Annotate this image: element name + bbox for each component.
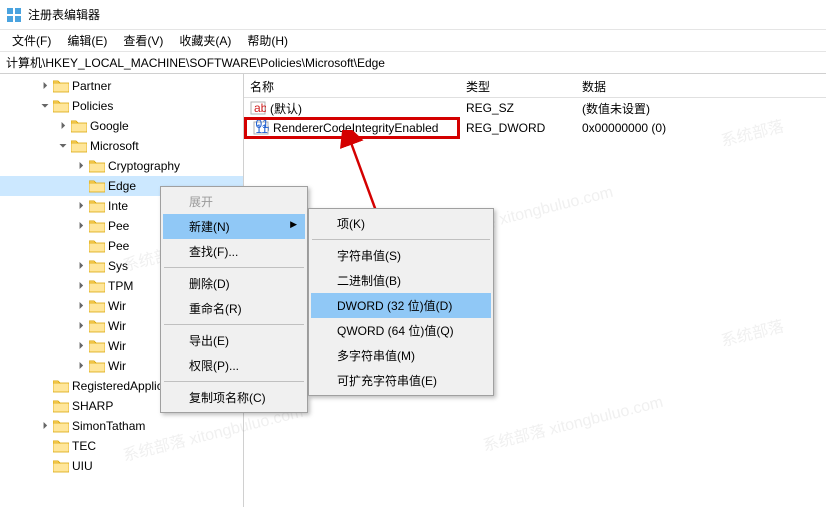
ctx-new-multi[interactable]: 多字符串值(M) bbox=[311, 343, 491, 368]
ctx-find[interactable]: 查找(F)... bbox=[163, 239, 305, 264]
folder-icon bbox=[71, 139, 87, 153]
context-menu: 展开 新建(N) 查找(F)... 删除(D) 重命名(R) 导出(E) 权限(… bbox=[160, 186, 308, 413]
value-name: RendererCodeIntegrityEnabled bbox=[273, 121, 438, 135]
separator bbox=[312, 239, 490, 240]
folder-icon bbox=[71, 119, 87, 133]
folder-icon bbox=[89, 359, 105, 373]
folder-icon bbox=[89, 299, 105, 313]
dword-value-icon bbox=[253, 120, 269, 136]
ctx-export[interactable]: 导出(E) bbox=[163, 328, 305, 353]
folder-icon bbox=[89, 219, 105, 233]
value-name: (默认) bbox=[270, 100, 302, 117]
folder-icon bbox=[89, 319, 105, 333]
folder-icon bbox=[89, 199, 105, 213]
column-headers: 名称 类型 数据 bbox=[244, 74, 826, 98]
ctx-new-qword[interactable]: QWORD (64 位)值(Q) bbox=[311, 318, 491, 343]
value-data: (数值未设置) bbox=[576, 99, 826, 118]
col-type[interactable]: 类型 bbox=[460, 74, 576, 97]
tree-item-microsoft[interactable]: ⏷ Microsoft bbox=[0, 136, 243, 156]
value-type: REG_SZ bbox=[460, 100, 576, 116]
folder-icon bbox=[89, 179, 105, 193]
collapse-icon[interactable]: ⏷ bbox=[38, 99, 52, 113]
expand-icon[interactable]: ⏵ bbox=[74, 219, 88, 233]
expand-icon[interactable]: ⏵ bbox=[74, 299, 88, 313]
ctx-new[interactable]: 新建(N) bbox=[163, 214, 305, 239]
string-value-icon bbox=[250, 100, 266, 116]
folder-icon bbox=[89, 259, 105, 273]
ctx-new-binary[interactable]: 二进制值(B) bbox=[311, 268, 491, 293]
tree-item-google[interactable]: ⏵ Google bbox=[0, 116, 243, 136]
folder-icon bbox=[53, 439, 69, 453]
ctx-new-string[interactable]: 字符串值(S) bbox=[311, 243, 491, 268]
tree-item-uiu[interactable]: ⏵ UIU bbox=[0, 456, 243, 476]
value-row[interactable]: (默认) REG_SZ (数值未设置) bbox=[244, 98, 826, 118]
value-row[interactable]: RendererCodeIntegrityEnabled REG_DWORD 0… bbox=[244, 118, 826, 138]
collapse-icon[interactable]: ⏷ bbox=[56, 139, 70, 153]
menu-help[interactable]: 帮助(H) bbox=[239, 30, 296, 51]
ctx-copy-name[interactable]: 复制项名称(C) bbox=[163, 385, 305, 410]
folder-icon bbox=[53, 79, 69, 93]
folder-icon bbox=[89, 159, 105, 173]
ctx-permissions[interactable]: 权限(P)... bbox=[163, 353, 305, 378]
menubar: 文件(F) 编辑(E) 查看(V) 收藏夹(A) 帮助(H) bbox=[0, 30, 826, 52]
ctx-delete[interactable]: 删除(D) bbox=[163, 271, 305, 296]
ctx-new-key[interactable]: 项(K) bbox=[311, 211, 491, 236]
folder-icon bbox=[53, 419, 69, 433]
menu-file[interactable]: 文件(F) bbox=[4, 30, 59, 51]
expand-icon[interactable]: ⏵ bbox=[74, 359, 88, 373]
expand-icon[interactable]: ⏵ bbox=[56, 119, 70, 133]
folder-icon bbox=[53, 99, 69, 113]
col-data[interactable]: 数据 bbox=[576, 74, 826, 97]
folder-icon bbox=[89, 239, 105, 253]
app-icon bbox=[6, 7, 22, 23]
expand-icon[interactable]: ⏵ bbox=[74, 199, 88, 213]
separator bbox=[164, 267, 304, 268]
address-text: 计算机\HKEY_LOCAL_MACHINE\SOFTWARE\Policies… bbox=[6, 54, 385, 71]
ctx-expand: 展开 bbox=[163, 189, 305, 214]
window-title: 注册表编辑器 bbox=[28, 6, 100, 23]
menu-favorites[interactable]: 收藏夹(A) bbox=[171, 30, 239, 51]
tree-item-tec[interactable]: ⏵ TEC bbox=[0, 436, 243, 456]
expand-icon[interactable]: ⏵ bbox=[74, 159, 88, 173]
folder-icon bbox=[89, 339, 105, 353]
expand-icon[interactable]: ⏵ bbox=[38, 79, 52, 93]
expand-icon[interactable]: ⏵ bbox=[38, 419, 52, 433]
value-data: 0x00000000 (0) bbox=[576, 120, 826, 136]
folder-icon bbox=[53, 459, 69, 473]
expand-icon[interactable]: ⏵ bbox=[74, 339, 88, 353]
address-bar[interactable]: 计算机\HKEY_LOCAL_MACHINE\SOFTWARE\Policies… bbox=[0, 52, 826, 74]
values-list: (默认) REG_SZ (数值未设置) RendererCodeIntegrit… bbox=[244, 98, 826, 138]
context-submenu-new: 项(K) 字符串值(S) 二进制值(B) DWORD (32 位)值(D) QW… bbox=[308, 208, 494, 396]
expand-icon[interactable]: ⏵ bbox=[74, 259, 88, 273]
menu-view[interactable]: 查看(V) bbox=[115, 30, 171, 51]
expand-icon[interactable]: ⏵ bbox=[74, 279, 88, 293]
folder-icon bbox=[89, 279, 105, 293]
tree-item-simontatham[interactable]: ⏵ SimonTatham bbox=[0, 416, 243, 436]
ctx-new-dword[interactable]: DWORD (32 位)值(D) bbox=[311, 293, 491, 318]
value-type: REG_DWORD bbox=[460, 120, 576, 136]
highlighted-value: RendererCodeIntegrityEnabled bbox=[244, 117, 460, 139]
tree-item-cryptography[interactable]: ⏵ Cryptography bbox=[0, 156, 243, 176]
ctx-rename[interactable]: 重命名(R) bbox=[163, 296, 305, 321]
tree-item-partner[interactable]: ⏵ Partner bbox=[0, 76, 243, 96]
folder-icon bbox=[53, 399, 69, 413]
ctx-new-expand[interactable]: 可扩充字符串值(E) bbox=[311, 368, 491, 393]
expand-icon[interactable]: ⏵ bbox=[74, 319, 88, 333]
menu-edit[interactable]: 编辑(E) bbox=[59, 30, 115, 51]
col-name[interactable]: 名称 bbox=[244, 74, 460, 97]
separator bbox=[164, 324, 304, 325]
folder-icon bbox=[53, 379, 69, 393]
tree-item-policies[interactable]: ⏷ Policies bbox=[0, 96, 243, 116]
titlebar: 注册表编辑器 bbox=[0, 0, 826, 30]
separator bbox=[164, 381, 304, 382]
